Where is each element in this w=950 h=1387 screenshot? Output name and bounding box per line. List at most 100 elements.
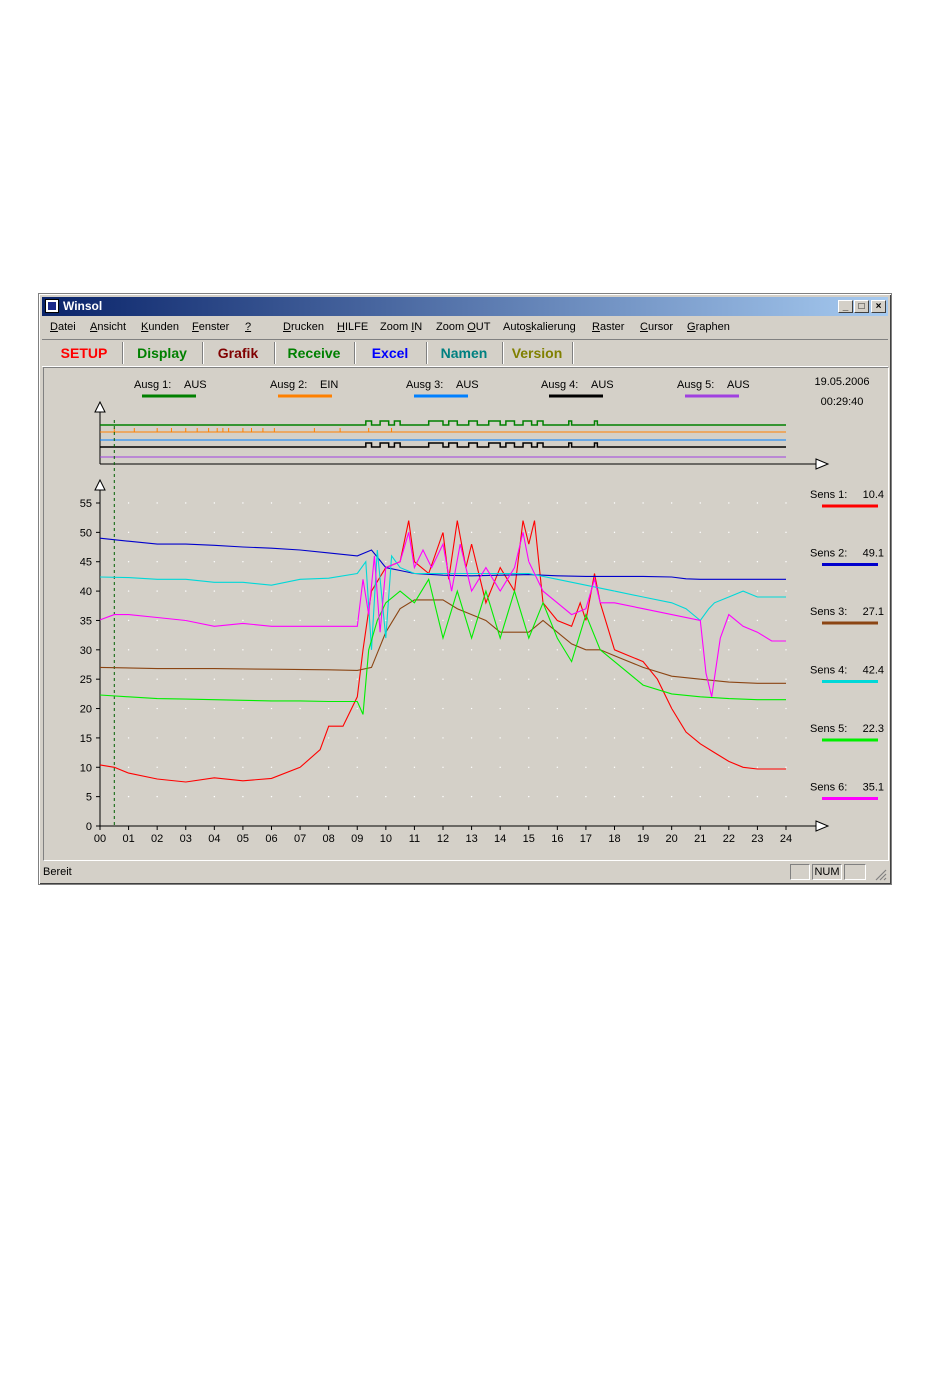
title-bar[interactable]: Winsol _ □ ×	[42, 297, 888, 316]
output-label: Ausg 4:	[541, 379, 578, 391]
x-tick-label: 06	[265, 833, 277, 845]
output-state: AUS	[456, 379, 479, 391]
toolbar-display-button[interactable]: Display	[122, 342, 203, 364]
sensor-label: Sens 4:	[810, 665, 847, 677]
menu-help-question[interactable]: ?	[245, 321, 251, 333]
y-tick-label: 20	[80, 704, 92, 716]
toolbar-version-button[interactable]: Version	[502, 342, 573, 364]
series-line-sens-3	[99, 599, 786, 684]
output-label: Ausg 1:	[134, 379, 171, 391]
resize-grip-icon[interactable]	[874, 868, 887, 881]
sensor-label: Sens 6:	[810, 782, 847, 794]
sensor-value: 49.1	[863, 548, 884, 560]
x-tick-label: 11	[409, 833, 420, 845]
x-tick-label: 23	[751, 833, 763, 845]
menu-autoskalierung[interactable]: Autoskalierung	[503, 321, 576, 333]
x-tick-label: 18	[608, 833, 620, 845]
y-tick-label: 30	[80, 645, 92, 657]
y-tick-label: 55	[80, 498, 92, 510]
status-bar: Bereit NUM	[42, 863, 888, 882]
menu-kunden[interactable]: Kunden	[141, 321, 179, 333]
x-tick-label: 16	[551, 833, 563, 845]
num-lock-indicator: NUM	[812, 864, 842, 880]
menu-datei[interactable]: Datei	[50, 321, 76, 333]
output-1-legend: Ausg 1: AUS	[134, 379, 207, 398]
x-tick-label: 02	[151, 833, 163, 845]
maximize-button[interactable]: □	[854, 300, 869, 313]
sensor-value: 27.1	[863, 606, 884, 618]
sensor-value: 22.3	[863, 723, 884, 735]
y-axis-arrow-icon	[94, 478, 106, 491]
minimize-button[interactable]: _	[838, 300, 853, 313]
sensor-3-legend: Sens 3: 27.1	[810, 606, 884, 625]
menu-fenster[interactable]: Fenster	[192, 321, 229, 333]
x-tick-label: 22	[723, 833, 735, 845]
output-state: AUS	[727, 379, 750, 391]
y-tick-label: 35	[80, 615, 92, 627]
menu-hilfe[interactable]: HILFE	[337, 321, 368, 333]
output-4-legend: Ausg 4: AUS	[541, 379, 614, 398]
toolbar-excel-button[interactable]: Excel	[354, 342, 427, 364]
y-tick-label: 0	[86, 821, 92, 833]
close-button[interactable]: ×	[871, 300, 886, 313]
series-line-sens-1	[99, 520, 786, 783]
menu-cursor[interactable]: Cursor	[640, 321, 673, 333]
output-5-legend: Ausg 5: AUS	[677, 379, 750, 398]
x-tick-label: 00	[94, 833, 106, 845]
x-tick-label: 03	[180, 833, 192, 845]
output-state: EIN	[320, 379, 338, 391]
sensor-6-legend: Sens 6: 35.1	[810, 782, 884, 800]
sensor-2-legend: Sens 2: 49.1	[810, 548, 884, 566]
menu-bar: Datei Ansicht Kunden Fenster? Drucken HILFE Zo…	[42, 318, 888, 336]
toolbar-setup-button[interactable]: SETUP	[46, 342, 123, 364]
menu-graphen[interactable]: Graphen	[687, 321, 730, 333]
status-text: Bereit	[43, 866, 72, 878]
output-trace-1	[100, 420, 786, 426]
outputs-y-arrow-icon	[94, 400, 106, 413]
date-label: 19.05.2006	[814, 376, 869, 388]
output-2-legend: Ausg 2: EIN	[270, 379, 338, 398]
menu-drucken[interactable]: Drucken	[283, 321, 324, 333]
x-tick-label: 07	[294, 833, 306, 845]
menu-zoom-out[interactable]: Zoom OUT	[436, 321, 490, 333]
output-label: Ausg 5:	[677, 379, 714, 391]
toolbar-receive-button[interactable]: Receive	[274, 342, 355, 364]
y-tick-label: 5	[86, 792, 92, 804]
graph-panel: Ausg 1: AUS Ausg 2: EIN Ausg 3: AUS Ausg 4: AUS…	[43, 367, 889, 861]
sensor-value: 35.1	[863, 782, 884, 794]
y-tick-label: 45	[80, 557, 92, 569]
x-axis-arrow-icon	[815, 820, 830, 832]
x-tick-label: 05	[237, 833, 249, 845]
x-tick-label: 24	[780, 833, 792, 845]
output-state: AUS	[184, 379, 207, 391]
x-tick-label: 10	[380, 833, 392, 845]
x-tick-label: 04	[208, 833, 220, 845]
toolbar-grafik-button[interactable]: Grafik	[202, 342, 275, 364]
output-2-ticks	[113, 428, 393, 432]
y-tick-label: 10	[80, 762, 92, 774]
sensor-label: Sens 2:	[810, 548, 847, 560]
x-tick-label: 15	[523, 833, 535, 845]
chart-area[interactable]: Ausg 1: AUS Ausg 2: EIN Ausg 3: AUS Ausg 4: AUS…	[44, 368, 888, 860]
toolbar: SETUP Display Grafik Receive Excel Namen Versi…	[42, 339, 888, 367]
app-icon[interactable]	[45, 299, 59, 313]
sensor-label: Sens 5:	[810, 723, 847, 735]
window-title: Winsol	[63, 299, 103, 313]
winsol-window: Winsol _ □ × Datei Ansicht Kunden Fenster? D…	[38, 293, 892, 885]
menu-raster[interactable]: Raster	[592, 321, 624, 333]
menu-zoom-in[interactable]: Zoom IN	[380, 321, 422, 333]
x-tick-label: 21	[694, 833, 706, 845]
time-label: 00:29:40	[821, 396, 864, 408]
sensor-4-legend: Sens 4: 42.4	[810, 665, 884, 683]
toolbar-namen-button[interactable]: Namen	[426, 342, 503, 364]
x-tick-label: 19	[637, 833, 649, 845]
sensor-label: Sens 3:	[810, 606, 847, 618]
sensor-value: 10.4	[863, 489, 884, 501]
y-tick-label: 40	[80, 586, 92, 598]
status-pane-empty	[790, 864, 810, 880]
sensor-value: 42.4	[863, 665, 884, 677]
output-3-legend: Ausg 3: AUS	[406, 379, 479, 398]
menu-ansicht[interactable]: Ansicht	[90, 321, 126, 333]
x-tick-label: 17	[580, 833, 592, 845]
sensor-label: Sens 1:	[810, 489, 847, 501]
